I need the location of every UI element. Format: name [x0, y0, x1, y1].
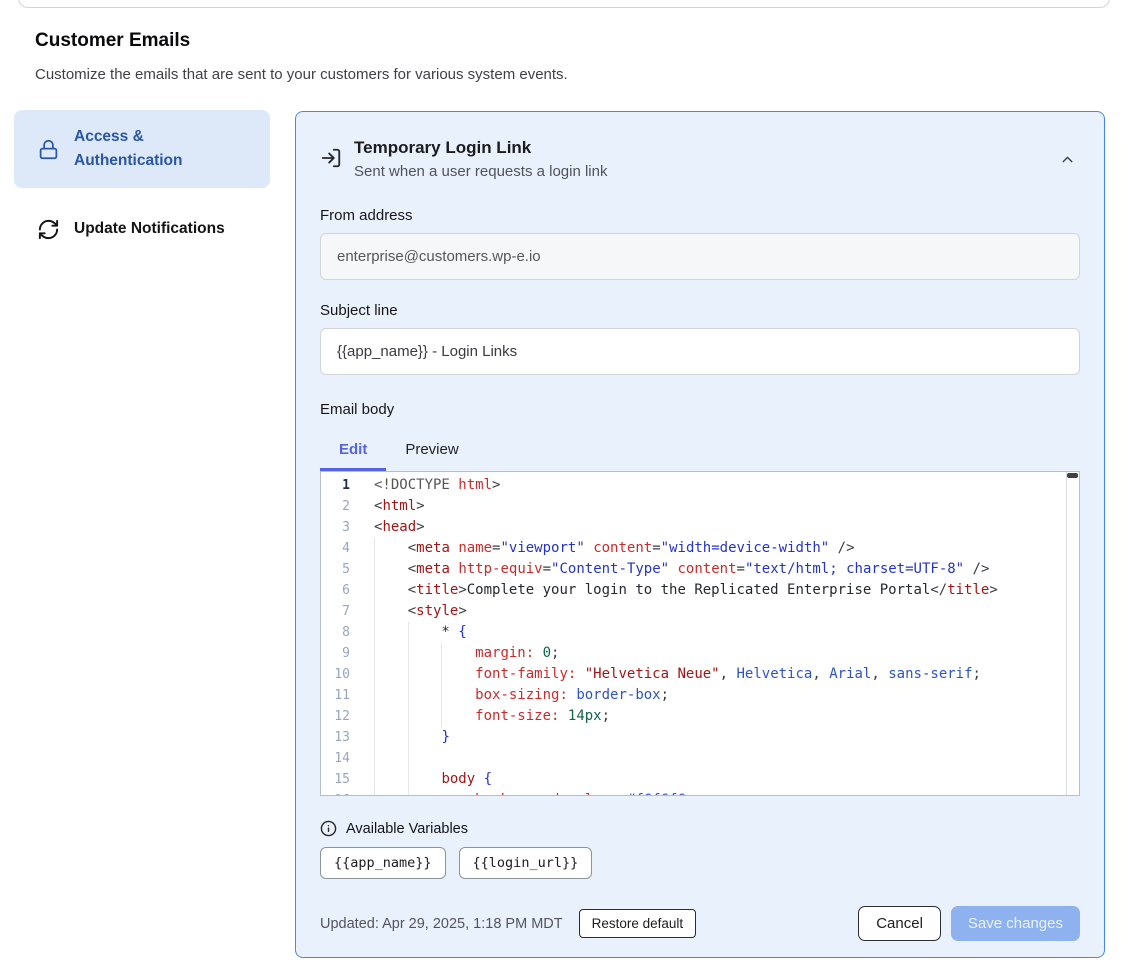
code-text: <!DOCTYPE html> [359, 475, 500, 496]
from-address-input[interactable] [320, 233, 1080, 280]
code-text: <meta name="viewport" content="width=dev… [359, 538, 855, 559]
editor-scrollbar-thumb[interactable] [1067, 473, 1078, 478]
line-number: 1 [321, 475, 359, 496]
line-number: 12 [321, 706, 359, 727]
line-number: 6 [321, 580, 359, 601]
updated-timestamp: Updated: Apr 29, 2025, 1:18 PM MDT [320, 916, 563, 932]
restore-default-button[interactable]: Restore default [579, 909, 697, 938]
variable-chip[interactable]: {{app_name}} [320, 847, 446, 879]
line-number: 13 [321, 727, 359, 748]
email-body-tabs: EditPreview [320, 428, 1080, 471]
line-number: 3 [321, 517, 359, 538]
code-line[interactable]: 4 <meta name="viewport" content="width=d… [321, 538, 1066, 559]
code-line[interactable]: 9 margin: 0; [321, 643, 1066, 664]
code-line[interactable]: 1<!DOCTYPE html> [321, 475, 1066, 496]
from-address-label: From address [320, 207, 1080, 224]
indent-guide [374, 538, 375, 795]
variable-chip[interactable]: {{login_url}} [459, 847, 593, 879]
page: Customer Emails Customize the emails tha… [0, 0, 1128, 980]
sidebar-item-label: Access & Authentication [74, 125, 224, 173]
code-text: <html> [359, 496, 425, 517]
variable-chips: {{app_name}} {{login_url}} [320, 847, 1080, 879]
code-text: background-color: #f6f6f6; [359, 790, 694, 795]
refresh-icon [36, 217, 60, 241]
code-editor[interactable]: 1<!DOCTYPE html>2<html>3<head>4 <meta na… [320, 471, 1080, 796]
subject-line-input[interactable] [320, 328, 1080, 375]
tab-edit[interactable]: Edit [320, 428, 386, 471]
page-title: Customer Emails [35, 30, 190, 52]
lock-icon [36, 137, 60, 161]
code-text: body { [359, 769, 492, 790]
code-line[interactable]: 15 body { [321, 769, 1066, 790]
line-number: 10 [321, 664, 359, 685]
subject-line-label: Subject line [320, 302, 1080, 319]
panel-header: Temporary Login Link Sent when a user re… [320, 136, 1080, 182]
code-line[interactable]: 8 * { [321, 622, 1066, 643]
chevron-up-icon [1059, 151, 1076, 168]
indent-guide [441, 643, 442, 727]
sidebar-item-label: Update Notifications [74, 217, 225, 241]
line-number: 7 [321, 601, 359, 622]
line-number: 9 [321, 643, 359, 664]
code-text: <title>Complete your login to the Replic… [359, 580, 998, 601]
line-number: 8 [321, 622, 359, 643]
footer-actions: Cancel Save changes [858, 906, 1080, 941]
code-text [359, 748, 374, 769]
email-types-sidebar: Access & Authentication Update Notificat… [14, 110, 270, 253]
tab-preview[interactable]: Preview [386, 428, 477, 471]
code-text: font-size: 14px; [359, 706, 610, 727]
code-text: <meta http-equiv="Content-Type" content=… [359, 559, 989, 580]
code-line[interactable]: 5 <meta http-equiv="Content-Type" conten… [321, 559, 1066, 580]
collapse-panel-button[interactable] [1056, 148, 1078, 170]
email-body-label: Email body [320, 401, 1080, 418]
code-line[interactable]: 12 font-size: 14px; [321, 706, 1066, 727]
line-number: 15 [321, 769, 359, 790]
code-line[interactable]: 3<head> [321, 517, 1066, 538]
editor-vertical-scrollbar[interactable] [1066, 472, 1079, 795]
info-icon [320, 820, 337, 837]
panel-header-text: Temporary Login Link Sent when a user re… [354, 136, 607, 182]
code-text: <style> [359, 601, 467, 622]
line-number: 11 [321, 685, 359, 706]
available-variables-label: Available Variables [346, 821, 468, 837]
code-text: font-family: "Helvetica Neue", Helvetica… [359, 664, 981, 685]
code-line[interactable]: 7 <style> [321, 601, 1066, 622]
code-text: margin: 0; [359, 643, 559, 664]
sidebar-item-update-notifications[interactable]: Update Notifications [14, 205, 270, 253]
code-line[interactable]: 11 box-sizing: border-box; [321, 685, 1066, 706]
cancel-button[interactable]: Cancel [858, 906, 941, 941]
code-line[interactable]: 16 background-color: #f6f6f6; [321, 790, 1066, 795]
login-icon [320, 147, 342, 169]
line-number: 2 [321, 496, 359, 517]
code-line[interactable]: 2<html> [321, 496, 1066, 517]
code-text: box-sizing: border-box; [359, 685, 669, 706]
save-changes-button[interactable]: Save changes [951, 906, 1080, 941]
line-number: 4 [321, 538, 359, 559]
panel-footer: Updated: Apr 29, 2025, 1:18 PM MDT Resto… [320, 906, 1080, 941]
line-number: 16 [321, 790, 359, 795]
page-subtitle: Customize the emails that are sent to yo… [35, 66, 568, 83]
code-line[interactable]: 6 <title>Complete your login to the Repl… [321, 580, 1066, 601]
sidebar-item-access-authentication[interactable]: Access & Authentication [14, 110, 270, 188]
temporary-login-link-panel: Temporary Login Link Sent when a user re… [295, 111, 1105, 958]
available-variables-row: Available Variables [320, 820, 1080, 837]
line-number: 14 [321, 748, 359, 769]
indent-guide [408, 622, 409, 795]
panel-title: Temporary Login Link [354, 136, 607, 160]
code-line[interactable]: 13 } [321, 727, 1066, 748]
panel-subtitle: Sent when a user requests a login link [354, 161, 607, 182]
code-text: <head> [359, 517, 425, 538]
code-line[interactable]: 14 [321, 748, 1066, 769]
code-text: } [359, 727, 450, 748]
code-text: * { [359, 622, 467, 643]
previous-card-bottom-edge [18, 0, 1110, 8]
line-number: 5 [321, 559, 359, 580]
code-line[interactable]: 10 font-family: "Helvetica Neue", Helvet… [321, 664, 1066, 685]
code-editor-content[interactable]: 1<!DOCTYPE html>2<html>3<head>4 <meta na… [321, 472, 1066, 795]
